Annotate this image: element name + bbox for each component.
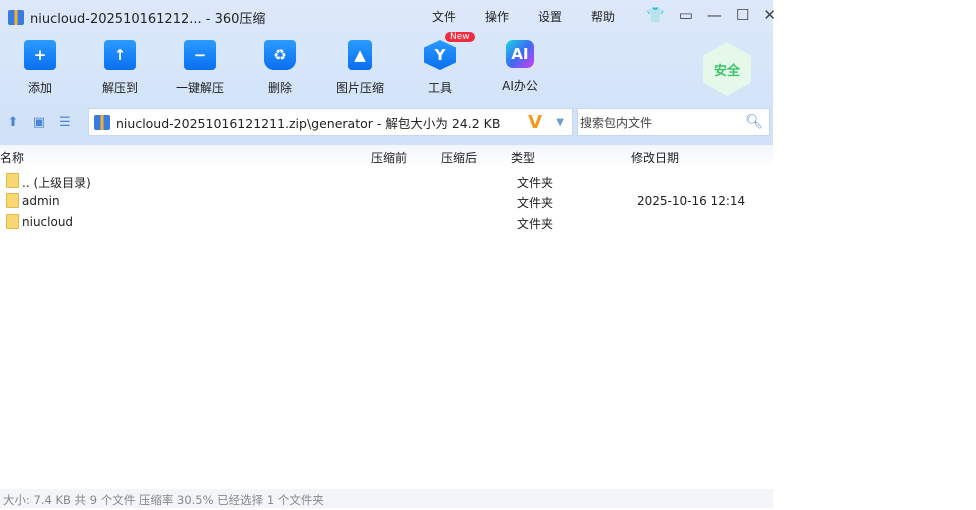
ai-office-button[interactable]: AI AI办公 — [480, 40, 560, 96]
zip-icon — [94, 114, 110, 130]
col-name[interactable]: 名称 — [0, 149, 24, 166]
one-click-label: 一键解压 — [175, 81, 224, 95]
extract-to-button[interactable]: ↑ 解压到 — [80, 40, 160, 96]
delete-button[interactable]: ♻ 删除 — [240, 40, 320, 96]
tools-icon: Y — [424, 40, 456, 70]
col-compressed-size[interactable]: 压缩后 — [441, 149, 477, 166]
search-placeholder: 搜索包内文件 — [580, 115, 653, 130]
tools-label: 工具 — [427, 81, 452, 95]
skin-icon[interactable]: 👕 — [646, 6, 665, 24]
image-icon: ▲ — [348, 40, 372, 70]
row-type: 文件夹 — [517, 196, 554, 210]
table-row[interactable]: niucloud 文件夹 — [0, 211, 773, 232]
add-button[interactable]: + 添加 — [0, 40, 80, 96]
table-row[interactable]: .. (上级目录) 文件夹 — [0, 170, 773, 191]
up-arrow-icon[interactable]: ⬆ — [0, 115, 26, 130]
search-icon[interactable]: 🔍︎ — [745, 114, 763, 130]
image-compress-label: 图片压缩 — [335, 81, 384, 95]
search-input[interactable]: 搜索包内文件 🔍︎ — [577, 108, 770, 136]
ai-office-label: AI办公 — [502, 79, 538, 93]
column-header: 名称 压缩前 压缩后 类型 修改日期 — [0, 145, 773, 167]
dropdown-arrow-icon[interactable]: ▼ — [556, 117, 564, 128]
col-modified[interactable]: 修改日期 — [631, 149, 679, 166]
add-icon: + — [24, 40, 56, 70]
thumbnail-view-icon[interactable]: ▣ — [26, 115, 52, 130]
minimize-button[interactable]: — — [707, 6, 722, 24]
menu-settings[interactable]: 设置 — [538, 8, 562, 25]
recycle-icon: ♻ — [264, 40, 296, 70]
zip-icon — [8, 10, 24, 25]
security-badge[interactable]: 安全 — [703, 42, 751, 96]
maximize-button[interactable]: ☐ — [736, 6, 749, 24]
folder-icon — [6, 173, 19, 188]
row-date: 2025-10-16 12:14 — [637, 194, 746, 208]
new-badge: New — [445, 32, 475, 42]
menu-help[interactable]: 帮助 — [591, 8, 615, 25]
title-text: niucloud-202510161212... - 360压缩 — [30, 12, 266, 27]
address-bar[interactable]: niucloud-20251016121211.zip\generator - … — [88, 108, 573, 136]
folder-icon — [6, 214, 19, 229]
col-original-size[interactable]: 压缩前 — [371, 149, 407, 166]
address-text: niucloud-20251016121211.zip\generator - … — [116, 115, 501, 131]
delete-label: 删除 — [267, 81, 292, 95]
toolbar-area: niucloud-202510161212... - 360压缩 文件 操作 设… — [0, 0, 776, 145]
feedback-icon[interactable]: ▭ — [679, 6, 693, 24]
menu-operate[interactable]: 操作 — [485, 8, 509, 25]
extract-label: 解压到 — [101, 81, 138, 95]
app-window: niucloud-202510161212... - 360压缩 文件 操作 设… — [0, 0, 776, 510]
image-compress-button[interactable]: ▲ 图片压缩 — [320, 40, 400, 96]
close-button[interactable]: ✕ — [763, 6, 776, 24]
tools-button[interactable]: Y New 工具 — [400, 32, 480, 96]
toolbar: + 添加 ↑ 解压到 − 一键解压 ♻ 删除 ▲ 图片压缩 Y New 工具 AI AI办公 — [0, 32, 560, 96]
table-row[interactable]: admin 文件夹 2025-10-16 12:14 — [0, 190, 773, 211]
menu-bar: 文件 操作 设置 帮助 — [432, 8, 615, 25]
row-type: 文件夹 — [517, 176, 554, 190]
window-title: niucloud-202510161212... - 360压缩 — [8, 8, 265, 27]
list-view-icon[interactable]: ☰ — [52, 115, 78, 130]
nav-buttons: ⬆ ▣ ☰ — [0, 108, 78, 136]
v-logo-icon[interactable]: V — [528, 112, 542, 133]
add-label: 添加 — [27, 81, 52, 95]
row-name: niucloud — [22, 215, 74, 229]
ai-icon: AI — [506, 40, 534, 68]
folder-icon — [6, 193, 19, 208]
one-click-icon: − — [184, 40, 216, 70]
extract-icon: ↑ — [104, 40, 136, 70]
row-name: .. (上级目录) — [22, 176, 91, 190]
col-type[interactable]: 类型 — [511, 149, 535, 166]
row-name: admin — [22, 194, 60, 208]
window-controls: 👕 ▭ — ☐ ✕ — [646, 6, 776, 24]
status-bar: 大小: 7.4 KB 共 9 个文件 压缩率 30.5% 已经选择 1 个文件夹 — [0, 489, 773, 508]
one-click-extract-button[interactable]: − 一键解压 — [160, 40, 240, 96]
row-type: 文件夹 — [517, 217, 554, 231]
menu-file[interactable]: 文件 — [432, 8, 456, 25]
